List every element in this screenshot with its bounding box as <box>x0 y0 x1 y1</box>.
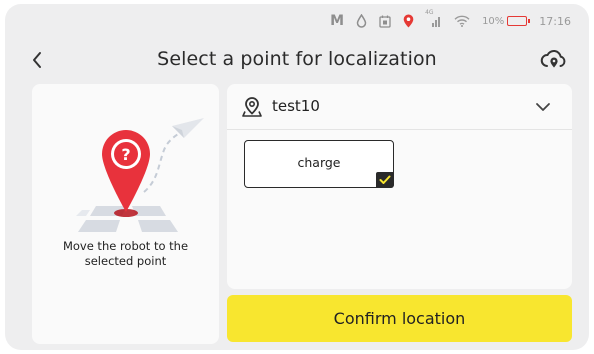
calendar-icon <box>379 15 391 28</box>
map-selector[interactable]: test10 <box>227 84 572 130</box>
svg-text:?: ? <box>121 145 130 164</box>
confirm-location-button[interactable]: Confirm location <box>227 295 572 342</box>
wifi-icon <box>454 15 470 27</box>
point-selection-panel: test10 charge <box>227 84 572 289</box>
signal-label: 4G <box>425 9 434 16</box>
cellular-signal-icon: 4G <box>425 9 442 27</box>
header: Select a point for localization <box>5 44 589 80</box>
checkmark-icon <box>376 172 394 188</box>
droplet-icon <box>356 14 367 28</box>
device-screen: M 4G 10% 17:16 Select a point for locali… <box>5 4 589 350</box>
robot-question-pin-icon: ? <box>76 118 204 232</box>
status-bar: M 4G 10% 17:16 <box>330 9 571 30</box>
cloud-location-icon <box>540 50 566 68</box>
battery-low-icon <box>507 16 531 26</box>
instruction-panel: ? Move the robot to the selected point <box>32 84 219 344</box>
point-label: charge <box>297 155 341 170</box>
location-pin-icon <box>403 14 414 28</box>
carrier-letter: M <box>330 13 345 29</box>
chevron-down-icon <box>536 103 550 111</box>
page-title: Select a point for localization <box>157 48 437 70</box>
clock: 17:16 <box>539 14 571 28</box>
battery-indicator: 10% <box>482 15 531 27</box>
instruction-text: Move the robot to the selected point <box>62 239 189 268</box>
point-tile-charge[interactable]: charge <box>244 140 394 188</box>
battery-percent: 10% <box>482 15 505 27</box>
map-name: test10 <box>272 97 320 115</box>
map-pin-icon <box>242 97 262 117</box>
cloud-location-button[interactable] <box>539 46 569 74</box>
